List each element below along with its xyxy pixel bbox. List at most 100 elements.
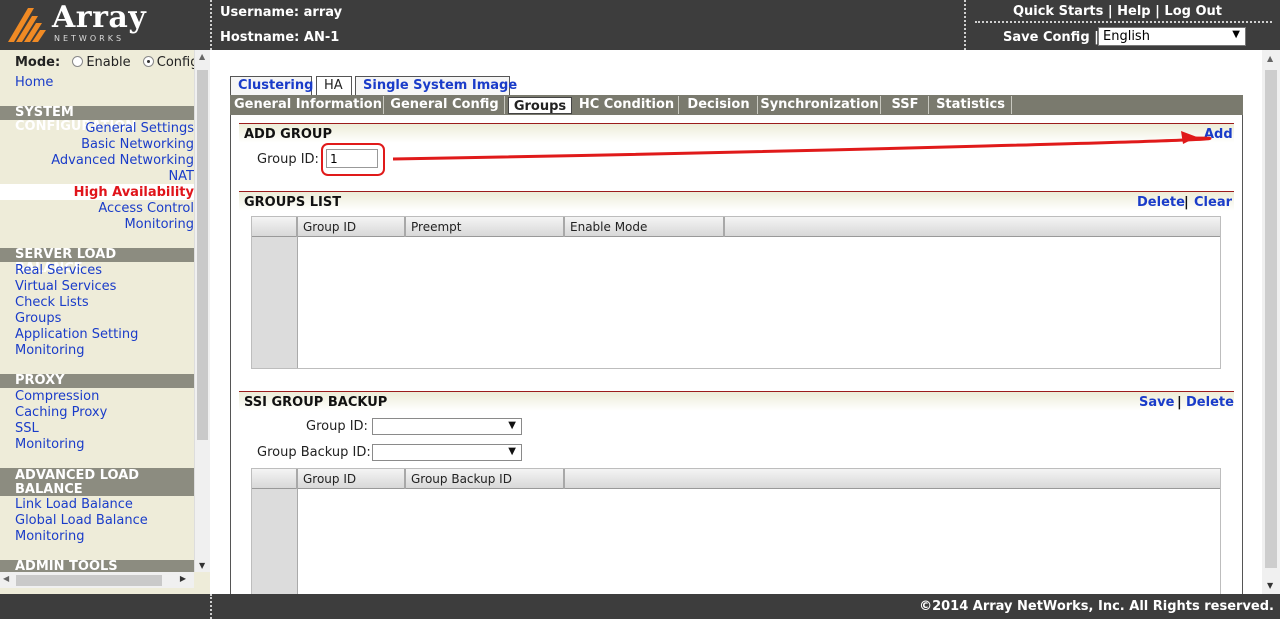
language-selected-value: English <box>1103 29 1150 44</box>
main-vertical-scrollbar[interactable]: ▲ ▼ <box>1262 50 1280 594</box>
sidebar-item-high-availability[interactable]: High Availability <box>74 185 194 200</box>
sidebar-item-application-setting[interactable]: Application Setting <box>15 327 138 342</box>
header-divider-left <box>210 0 212 50</box>
sidebar-vertical-scrollbar[interactable]: ▲ ▼ <box>194 50 210 572</box>
tab-decision[interactable]: Decision <box>680 96 758 114</box>
mode-selector: Mode: Enable Config <box>15 55 198 70</box>
scroll-down-arrow-icon[interactable]: ▼ <box>1267 581 1273 590</box>
annotation-arrow-icon <box>392 131 1212 161</box>
sidebar-section-server-load-balance: SERVER LOAD BALANCE <box>0 248 194 276</box>
copyright-text: ©2014 Array NetWorks, Inc. All Rights re… <box>919 599 1274 614</box>
sidebar-item-alb-monitoring[interactable]: Monitoring <box>15 529 85 544</box>
add-group-title: ADD GROUP <box>244 127 332 142</box>
scroll-left-arrow-icon[interactable]: ◀ <box>3 574 9 583</box>
table-header-row: Group ID Group Backup ID <box>252 469 1220 489</box>
tab-clustering[interactable]: Clustering <box>230 76 313 95</box>
group-backup-id-label: Group Backup ID: <box>257 445 371 460</box>
link-separator: | <box>1155 4 1160 19</box>
sidebar-item-virtual-services[interactable]: Virtual Services <box>15 279 116 294</box>
section-title-line1: ADVANCED LOAD <box>15 468 140 483</box>
sidebar-section-proxy: PROXY <box>0 374 194 388</box>
sidebar-section-advanced-load-balance: ADVANCED LOAD BALANCE <box>0 468 194 497</box>
sidebar-item-check-lists[interactable]: Check Lists <box>15 295 89 310</box>
dropdown-arrow-icon: ▼ <box>1232 29 1240 40</box>
hostname-label: Hostname: AN-1 <box>220 30 340 45</box>
array-logo-mark-icon <box>8 8 46 42</box>
section-divider <box>239 391 1234 392</box>
tab-synchronization[interactable]: Synchronization <box>759 96 881 114</box>
column-header-group-id[interactable]: Group ID <box>298 217 406 237</box>
group-backup-id-select[interactable]: ▼ <box>372 444 522 461</box>
groups-list-title: GROUPS LIST <box>244 195 342 210</box>
header-divider-right <box>964 0 966 50</box>
tab-ha[interactable]: HA <box>316 76 352 96</box>
array-networks-logo: Array NETWORKS <box>6 0 206 46</box>
sidebar-item-groups[interactable]: Groups <box>15 311 61 326</box>
sidebar-item-nat[interactable]: NAT <box>168 169 194 184</box>
ssi-group-backup-header-band <box>239 391 1234 411</box>
sidebar-item-general-settings[interactable]: General Settings <box>85 121 194 136</box>
help-link[interactable]: Help <box>1117 4 1150 19</box>
table-row-header-column <box>252 217 298 368</box>
column-header-group-backup-id[interactable]: Group Backup ID <box>406 469 565 489</box>
scrollbar-thumb[interactable] <box>1265 70 1277 568</box>
sidebar-item-access-control[interactable]: Access Control <box>98 201 194 216</box>
sidebar-item-global-load-balance[interactable]: Global Load Balance <box>15 513 148 528</box>
top-header-bar: Array NETWORKS Username: array Hostname:… <box>0 0 1280 50</box>
tab-groups[interactable]: Groups <box>508 97 572 114</box>
header-links: Quick Starts | Help | Log Out <box>1013 4 1222 19</box>
sidebar-item-ssl[interactable]: SSL <box>15 421 39 436</box>
tab-general-config[interactable]: General Config <box>385 96 505 114</box>
sidebar-item-basic-networking[interactable]: Basic Networking <box>81 137 194 152</box>
scroll-down-arrow-icon[interactable]: ▼ <box>199 561 205 570</box>
delete-button[interactable]: Delete <box>1137 195 1185 210</box>
sidebar-item-caching-proxy[interactable]: Caching Proxy <box>15 405 107 420</box>
sidebar-item-real-services[interactable]: Real Services <box>15 263 102 278</box>
delete-backup-button[interactable]: Delete <box>1186 395 1234 410</box>
quick-starts-link[interactable]: Quick Starts <box>1013 4 1103 19</box>
sidebar-item-proxy-monitoring[interactable]: Monitoring <box>15 437 85 452</box>
sidebar-item-home[interactable]: Home <box>15 75 53 90</box>
username-label: Username: array <box>220 5 343 20</box>
sub-tab-bar: General Information General Config Group… <box>230 95 1243 115</box>
column-header-group-id[interactable]: Group ID <box>298 469 406 489</box>
ssi-group-backup-table: Group ID Group Backup ID <box>251 468 1221 594</box>
column-header-enable-mode[interactable]: Enable Mode <box>565 217 725 237</box>
header-links-divider <box>975 21 1272 23</box>
scroll-right-arrow-icon[interactable]: ▶ <box>180 574 186 583</box>
scrollbar-thumb[interactable] <box>16 575 162 586</box>
section-title-line2: BALANCE <box>15 482 83 497</box>
group-id-label: Group ID: <box>257 152 319 167</box>
sidebar-item-slb-monitoring[interactable]: Monitoring <box>15 343 85 358</box>
sidebar-section-system-configuration: SYSTEM CONFIGURATION <box>0 106 194 134</box>
sidebar-item-advanced-networking[interactable]: Advanced Networking <box>51 153 194 168</box>
table-header-row: Group ID Preempt Enable Mode <box>252 217 1220 237</box>
log-out-link[interactable]: Log Out <box>1164 4 1222 19</box>
language-select[interactable]: English ▼ <box>1098 27 1246 46</box>
mode-config-radio[interactable] <box>142 56 154 67</box>
scrollbar-thumb[interactable] <box>197 70 208 440</box>
save-button[interactable]: Save <box>1139 395 1174 410</box>
save-config-link[interactable]: Save Config | <box>1003 30 1099 45</box>
sidebar-item-monitoring[interactable]: Monitoring <box>124 217 194 232</box>
table-corner-cell <box>252 469 298 489</box>
groups-list-table: Group ID Preempt Enable Mode <box>251 216 1221 369</box>
tab-ssf[interactable]: SSF <box>882 96 929 114</box>
mode-enable-radio[interactable] <box>72 56 84 67</box>
scroll-up-arrow-icon[interactable]: ▲ <box>1267 54 1273 63</box>
sidebar-nav: Mode: Enable Config Home SYSTEM CONFIGUR… <box>0 50 210 594</box>
tab-statistics[interactable]: Statistics <box>930 96 1012 114</box>
sidebar-item-compression[interactable]: Compression <box>15 389 99 404</box>
clear-button[interactable]: Clear <box>1194 195 1232 210</box>
backup-group-id-select[interactable]: ▼ <box>372 418 522 435</box>
tab-general-information[interactable]: General Information <box>233 96 384 114</box>
tab-single-system-image[interactable]: Single System Image <box>355 76 517 95</box>
sidebar-horizontal-scrollbar[interactable]: ◀ ▶ <box>0 572 194 588</box>
link-separator: | <box>1107 4 1113 19</box>
sidebar-item-link-load-balance[interactable]: Link Load Balance <box>15 497 133 512</box>
column-header-preempt[interactable]: Preempt <box>406 217 565 237</box>
scroll-up-arrow-icon[interactable]: ▲ <box>199 52 205 61</box>
tab-hc-condition[interactable]: HC Condition <box>575 96 679 114</box>
mode-enable-label: Enable <box>86 55 131 70</box>
section-divider <box>239 123 1234 124</box>
